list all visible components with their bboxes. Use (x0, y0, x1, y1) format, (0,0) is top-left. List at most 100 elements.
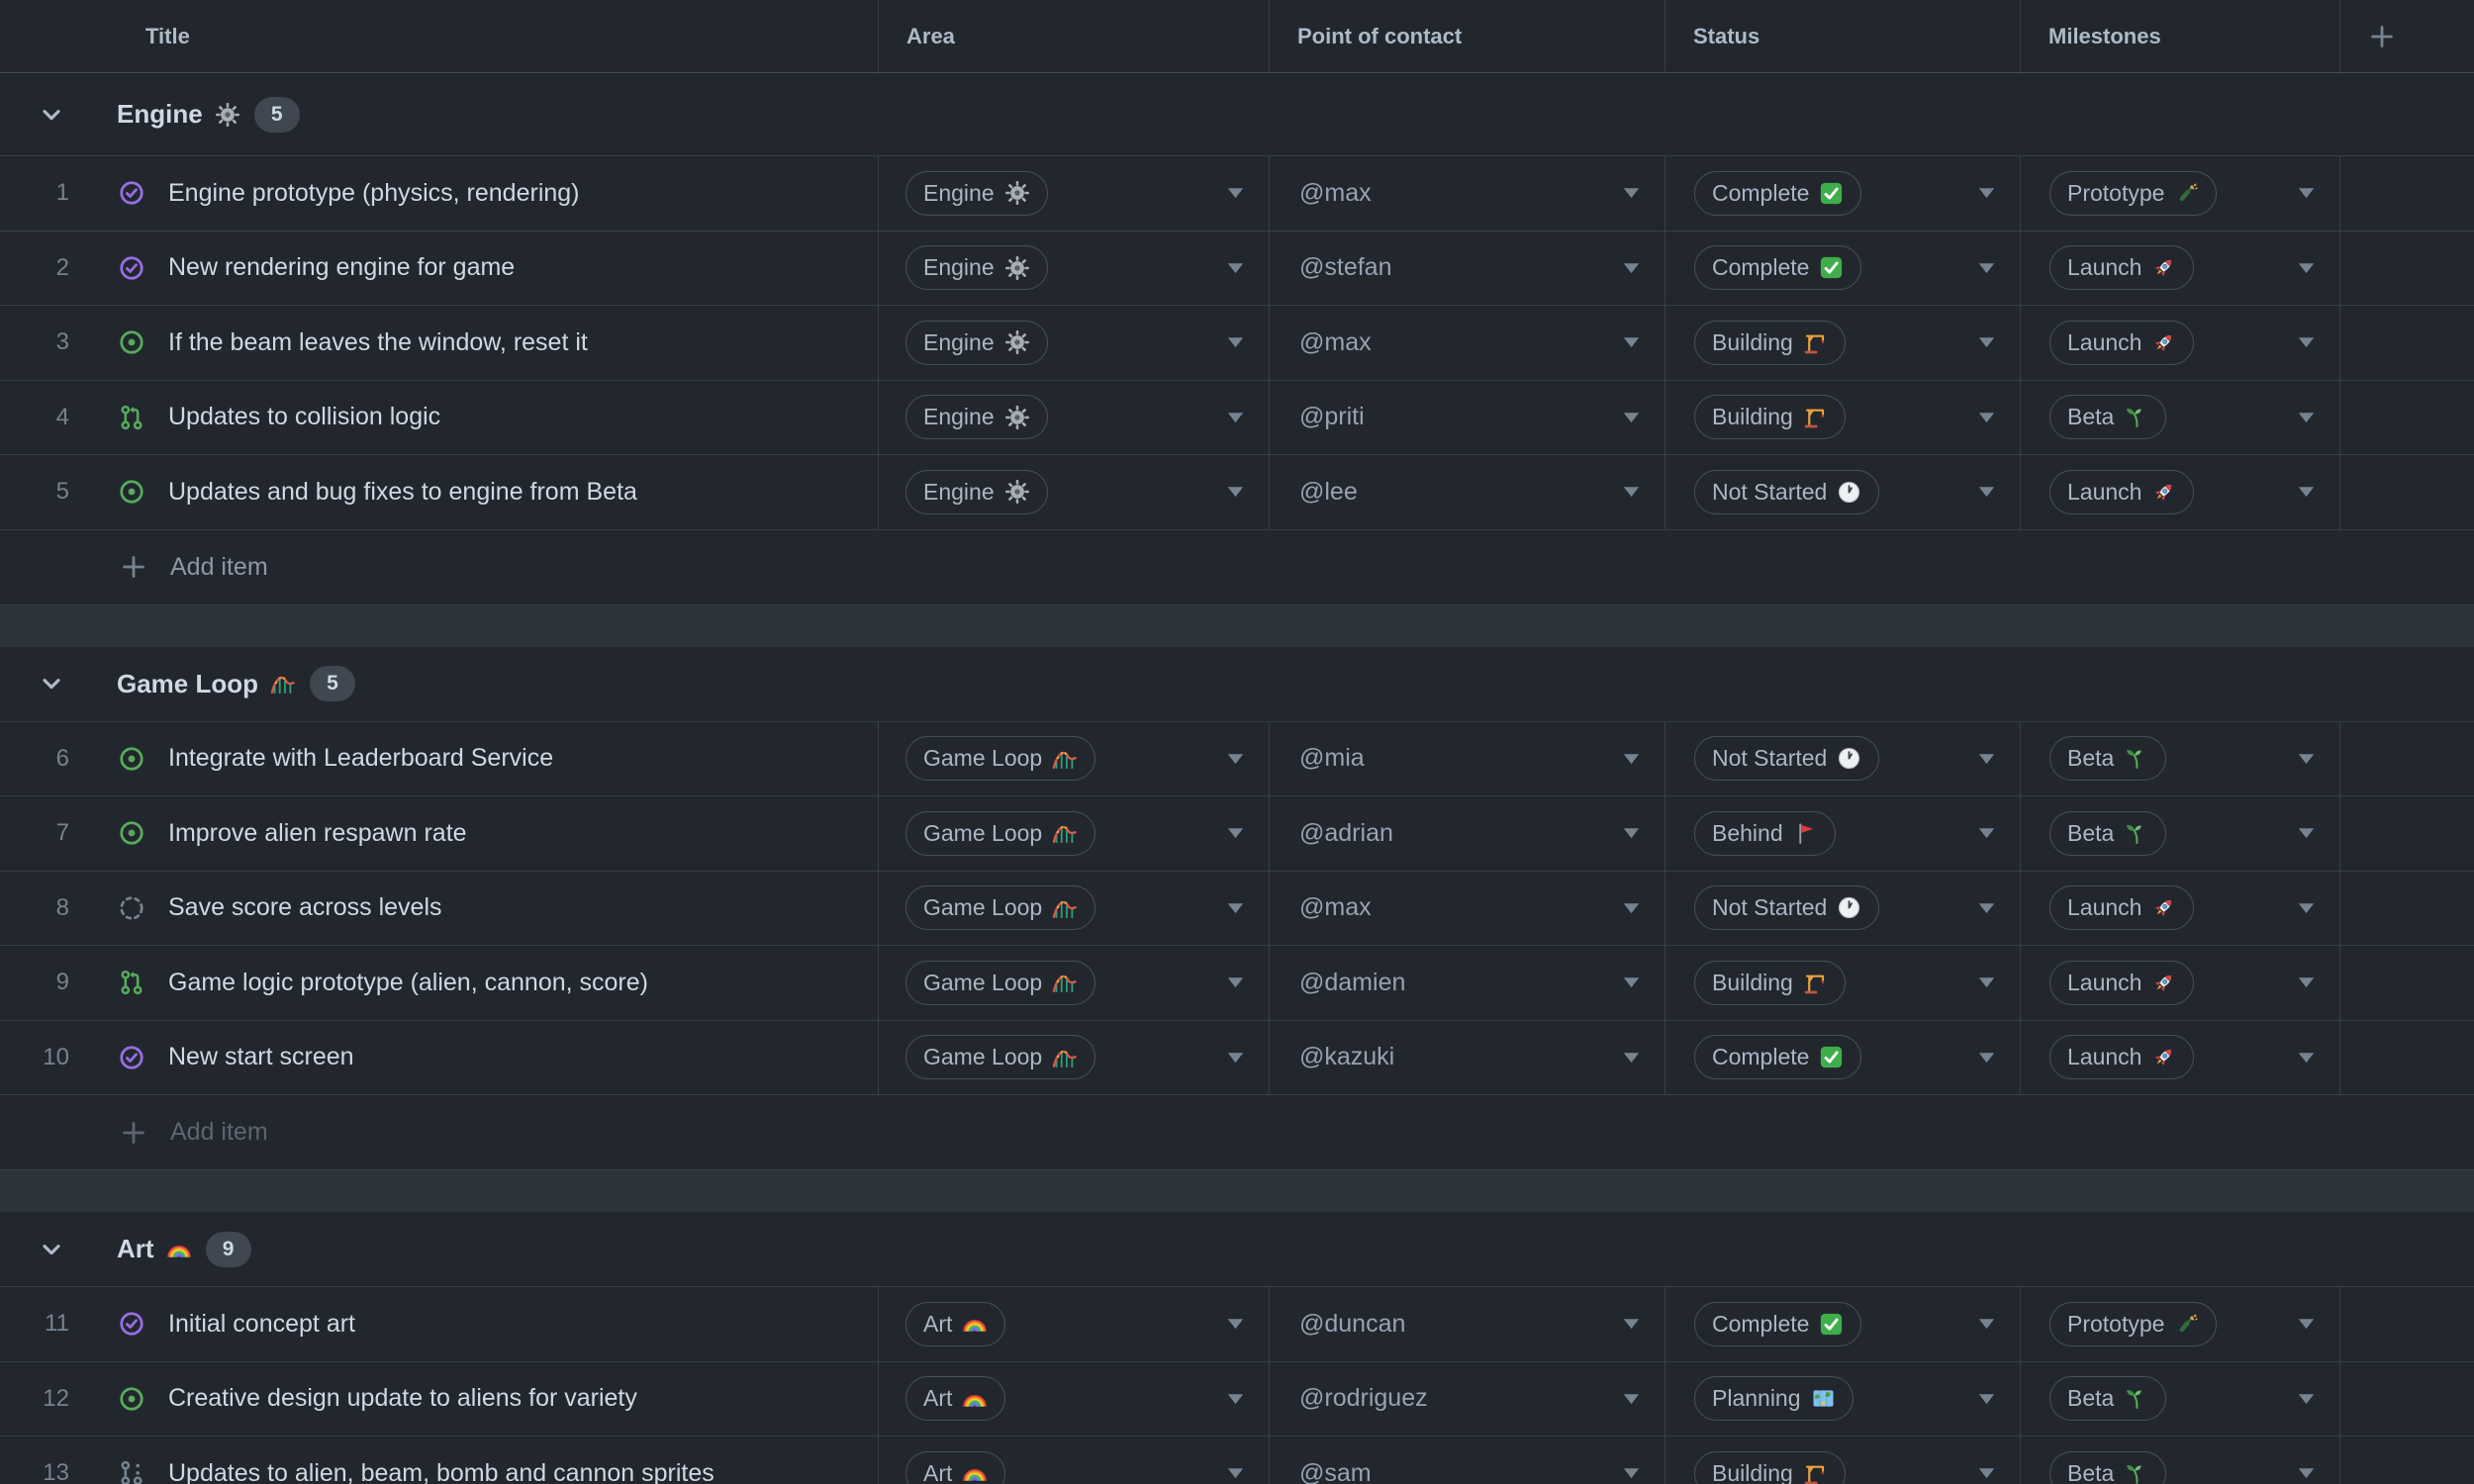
milestone-cell[interactable]: Launch (2021, 231, 2340, 305)
caret-down-icon[interactable] (1622, 827, 1641, 840)
status-cell[interactable]: Not Started (1665, 871, 2021, 945)
caret-down-icon[interactable] (1622, 1392, 1641, 1405)
area-cell[interactable]: Engine (879, 231, 1270, 305)
milestone-pill[interactable]: Beta (2049, 810, 2167, 856)
caret-down-icon[interactable] (1622, 1318, 1641, 1331)
title-cell[interactable]: 13 Updates to alien, beam, bomb and canno… (0, 1437, 879, 1484)
caret-down-icon[interactable] (1977, 1318, 1996, 1331)
caret-down-icon[interactable] (1226, 1467, 1245, 1480)
milestone-cell[interactable]: Prototype (2021, 156, 2340, 231)
title-cell[interactable]: 2 New rendering engine for game (0, 231, 879, 305)
point-of-contact-cell[interactable]: @duncan (1270, 1287, 1665, 1361)
point-of-contact-cell[interactable]: @damien (1270, 946, 1665, 1020)
area-cell[interactable]: Engine (879, 455, 1270, 529)
item-title[interactable]: If the beam leaves the window, reset it (168, 328, 588, 357)
milestone-cell[interactable]: Beta (2021, 1437, 2340, 1484)
milestone-pill[interactable]: Beta (2049, 395, 2167, 440)
area-pill[interactable]: Engine (905, 170, 1048, 216)
area-cell[interactable]: Game Loop (879, 871, 1270, 945)
milestone-cell[interactable]: Launch (2021, 306, 2340, 380)
area-pill[interactable]: Game Loop (905, 1035, 1096, 1080)
status-cell[interactable]: Building (1665, 306, 2021, 380)
title-cell[interactable]: 3 If the beam leaves the window, reset it (0, 306, 879, 380)
item-title[interactable]: Engine prototype (physics, rendering) (168, 179, 580, 208)
caret-down-icon[interactable] (1226, 187, 1245, 200)
caret-down-icon[interactable] (2297, 901, 2316, 914)
item-title[interactable]: Updates to alien, beam, bomb and cannon … (168, 1459, 714, 1484)
point-of-contact-cell[interactable]: @max (1270, 871, 1665, 945)
area-pill[interactable]: Game Loop (905, 736, 1096, 782)
status-pill[interactable]: Building (1694, 395, 1846, 440)
status-cell[interactable]: Building (1665, 946, 2021, 1020)
milestone-pill[interactable]: Launch (2049, 885, 2195, 931)
area-pill[interactable]: Engine (905, 469, 1048, 514)
caret-down-icon[interactable] (2297, 411, 2316, 423)
status-pill[interactable]: Complete (1694, 245, 1862, 291)
title-cell[interactable]: 5 Updates and bug fixes to engine from Be… (0, 455, 879, 529)
milestone-pill[interactable]: Launch (2049, 320, 2195, 365)
area-pill[interactable]: Engine (905, 320, 1048, 365)
title-cell[interactable]: 9 Game logic prototype (alien, cannon, sc… (0, 946, 879, 1020)
caret-down-icon[interactable] (2297, 261, 2316, 274)
item-title[interactable]: New start screen (168, 1043, 354, 1071)
status-pill[interactable]: Building (1694, 960, 1846, 1005)
point-of-contact-cell[interactable]: @kazuki (1270, 1020, 1665, 1094)
caret-down-icon[interactable] (1226, 1392, 1245, 1405)
area-cell[interactable]: Art (879, 1361, 1270, 1436)
caret-down-icon[interactable] (1226, 261, 1245, 274)
item-title[interactable]: Integrate with Leaderboard Service (168, 744, 553, 773)
column-header-milestones[interactable]: Milestones (2021, 0, 2340, 72)
caret-down-icon[interactable] (1622, 901, 1641, 914)
chevron-down-icon[interactable] (38, 1236, 65, 1263)
caret-down-icon[interactable] (1622, 976, 1641, 989)
point-of-contact-cell[interactable]: @sam (1270, 1437, 1665, 1484)
caret-down-icon[interactable] (1977, 336, 1996, 349)
caret-down-icon[interactable] (2297, 187, 2316, 200)
caret-down-icon[interactable] (2297, 1467, 2316, 1480)
caret-down-icon[interactable] (1977, 261, 1996, 274)
caret-down-icon[interactable] (2297, 486, 2316, 499)
caret-down-icon[interactable] (1977, 901, 1996, 914)
milestone-pill[interactable]: Launch (2049, 245, 2195, 291)
status-pill[interactable]: Building (1694, 1450, 1846, 1484)
caret-down-icon[interactable] (1977, 1467, 1996, 1480)
area-pill[interactable]: Game Loop (905, 960, 1096, 1005)
area-pill[interactable]: Game Loop (905, 810, 1096, 856)
caret-down-icon[interactable] (1622, 1467, 1641, 1480)
column-header-area[interactable]: Area (879, 0, 1270, 72)
add-item-button[interactable]: Add item (0, 1095, 2474, 1170)
point-of-contact-cell[interactable]: @priti (1270, 380, 1665, 454)
area-cell[interactable]: Art (879, 1437, 1270, 1484)
status-cell[interactable]: Complete (1665, 231, 2021, 305)
milestone-pill[interactable]: Beta (2049, 1450, 2167, 1484)
caret-down-icon[interactable] (1622, 261, 1641, 274)
status-cell[interactable]: Not Started (1665, 721, 2021, 795)
status-cell[interactable]: Building (1665, 1437, 2021, 1484)
caret-down-icon[interactable] (1226, 336, 1245, 349)
add-column-button[interactable] (2340, 0, 2474, 72)
status-pill[interactable]: Building (1694, 320, 1846, 365)
item-title[interactable]: Updates and bug fixes to engine from Bet… (168, 478, 637, 507)
title-cell[interactable]: 7 Improve alien respawn rate (0, 796, 879, 871)
milestone-pill[interactable]: Beta (2049, 736, 2167, 782)
area-cell[interactable]: Game Loop (879, 946, 1270, 1020)
status-pill[interactable]: Planning (1694, 1376, 1854, 1422)
caret-down-icon[interactable] (1977, 752, 1996, 765)
title-cell[interactable]: 4 Updates to collision logic (0, 380, 879, 454)
milestone-pill[interactable]: Launch (2049, 1035, 2195, 1080)
column-header-title[interactable]: Title (0, 0, 879, 72)
item-title[interactable]: Game logic prototype (alien, cannon, sco… (168, 969, 648, 997)
status-pill[interactable]: Complete (1694, 170, 1862, 216)
chevron-down-icon[interactable] (38, 101, 65, 129)
status-cell[interactable]: Not Started (1665, 455, 2021, 529)
caret-down-icon[interactable] (1226, 1051, 1245, 1064)
title-cell[interactable]: 6 Integrate with Leaderboard Service (0, 721, 879, 795)
caret-down-icon[interactable] (1977, 1392, 1996, 1405)
milestone-cell[interactable]: Launch (2021, 1020, 2340, 1094)
status-cell[interactable]: Behind (1665, 796, 2021, 871)
caret-down-icon[interactable] (2297, 1318, 2316, 1331)
milestone-pill[interactable]: Beta (2049, 1376, 2167, 1422)
caret-down-icon[interactable] (1226, 1318, 1245, 1331)
caret-down-icon[interactable] (2297, 1051, 2316, 1064)
item-title[interactable]: Improve alien respawn rate (168, 819, 467, 848)
